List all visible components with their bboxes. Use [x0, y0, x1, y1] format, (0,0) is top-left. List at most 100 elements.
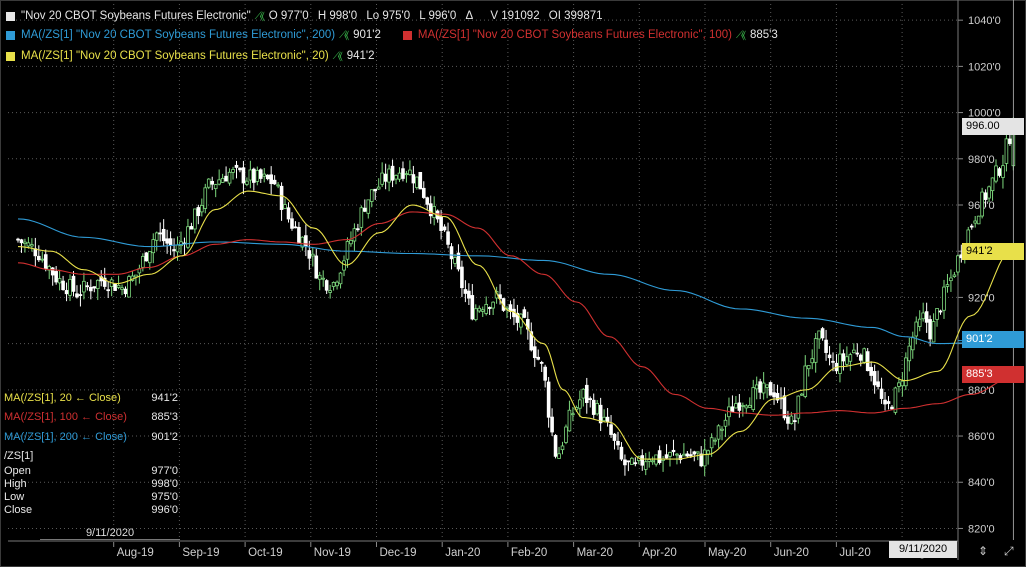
legend-low: Lo 975'0: [366, 10, 411, 22]
legend-ma100-label: MA(/ZS[1] "Nov 20 CBOT Soybeans Futures …: [417, 29, 732, 41]
candle-body: [813, 338, 818, 363]
candle-body: [255, 169, 260, 182]
candle-body: [43, 254, 48, 270]
zoom-fit-icon[interactable]: ⇕: [978, 544, 988, 558]
candle-body: [789, 415, 794, 425]
candle-body: [54, 271, 58, 283]
databox-date: 9/11/2020: [40, 527, 180, 540]
ma100-swatch: [402, 30, 412, 40]
candle-body: [286, 207, 291, 220]
y-tick-label: 980'0: [968, 154, 995, 166]
candle-body: [567, 409, 572, 432]
candle-body: [314, 255, 319, 279]
candle-body: [553, 435, 558, 457]
candle-body: [75, 293, 79, 298]
y-tick-label: 1020'0: [968, 61, 1001, 73]
candle-body: [917, 318, 922, 327]
databox-ma100-label: MA(/ZS[1], 100 ← Close): [4, 411, 127, 424]
candle-body: [931, 321, 936, 343]
candle-body: [810, 358, 815, 364]
candle-body: [220, 177, 225, 183]
candle-body: [928, 319, 932, 340]
candle-body: [949, 277, 953, 282]
databox-low-value: 975'0: [151, 491, 178, 503]
legend-ma100-value: 885'3: [749, 29, 778, 41]
link-icon[interactable]: ⟋⟪: [339, 30, 349, 41]
databox-ma200-row: MA(/ZS[1], 200 ← Close) 901'2: [4, 427, 178, 447]
candle-body: [689, 454, 693, 457]
candle-body: [786, 416, 790, 424]
candle-body: [310, 253, 315, 257]
candle-body: [61, 280, 65, 291]
candle-body: [331, 282, 336, 287]
legend-oi: OI 399871: [548, 10, 603, 22]
candle-body: [584, 384, 589, 403]
candle-body: [907, 345, 912, 362]
candle-body: [418, 171, 423, 190]
candle-body: [772, 392, 776, 398]
candle-body: [71, 275, 76, 292]
candle-body: [956, 255, 960, 273]
candle-body: [297, 226, 301, 244]
link-icon[interactable]: ⟋⟪: [255, 11, 265, 22]
candle-body: [283, 204, 287, 209]
databox-symbol-row: /ZS[1]: [4, 447, 178, 465]
candle-body: [730, 406, 735, 413]
candle-body: [154, 232, 159, 241]
candle-body: [754, 384, 759, 390]
candle-body: [699, 453, 704, 467]
candle-body: [227, 171, 232, 184]
candle-body: [95, 279, 100, 289]
databox-open-label: Open: [4, 465, 31, 477]
expand-icon[interactable]: ⤢: [1004, 544, 1014, 559]
legend-main: "Nov 20 CBOT Soybeans Futures Electronic…: [6, 7, 609, 25]
candle-body: [134, 274, 138, 278]
candle-body: [796, 395, 801, 419]
y-tick-label: 860'0: [968, 431, 995, 443]
legend-ma20-value: 941'2: [346, 50, 375, 62]
candle-body: [838, 353, 842, 374]
x-tick-label: Feb-20: [511, 547, 547, 559]
candle-body: [692, 451, 697, 455]
candle-body: [276, 184, 280, 187]
databox-ma200-value: 901'2: [151, 430, 178, 443]
candle-body: [841, 353, 846, 362]
candle-body: [40, 258, 45, 261]
databox-low-label: Low: [4, 491, 25, 503]
candle-body: [862, 348, 867, 363]
candle-body: [421, 187, 426, 198]
candle-body: [279, 185, 284, 210]
legend-ma200-label: MA(/ZS[1] "Nov 20 CBOT Soybeans Futures …: [21, 29, 336, 41]
candle-body: [213, 184, 218, 189]
candle-body: [532, 346, 537, 359]
candle-body: [477, 307, 482, 312]
candle-body: [855, 352, 860, 355]
ma100-price-marker: 885'3: [962, 366, 1024, 383]
x-tick-label: Dec-19: [380, 547, 417, 559]
candle-body: [248, 169, 253, 181]
candle-body: [886, 401, 891, 404]
candle-body: [144, 252, 149, 262]
candle-body: [168, 238, 173, 247]
candle-body: [1008, 138, 1012, 144]
candle-body: [536, 356, 541, 360]
candle-body: [858, 354, 863, 361]
candle-body: [321, 277, 325, 280]
candle-body: [890, 406, 894, 410]
candle-body: [921, 312, 925, 320]
candle-body: [480, 309, 485, 312]
candle-body: [245, 180, 249, 185]
link-icon[interactable]: ⟋⟪: [736, 30, 746, 41]
candle-body: [359, 207, 364, 228]
candle-body: [116, 284, 121, 288]
candle-body: [872, 371, 877, 386]
candle-body: [369, 189, 374, 202]
databox-ma20-label: MA(/ZS[1], 20 ← Close): [4, 391, 121, 404]
candle-body: [317, 274, 322, 280]
databox-symbol: /ZS[1]: [4, 449, 34, 462]
candle-body: [605, 416, 610, 423]
link-icon[interactable]: ⟋⟪: [333, 51, 343, 62]
candle-body: [716, 425, 721, 440]
databox-open-row: Open 977'0: [4, 465, 178, 478]
candle-body: [695, 451, 700, 454]
